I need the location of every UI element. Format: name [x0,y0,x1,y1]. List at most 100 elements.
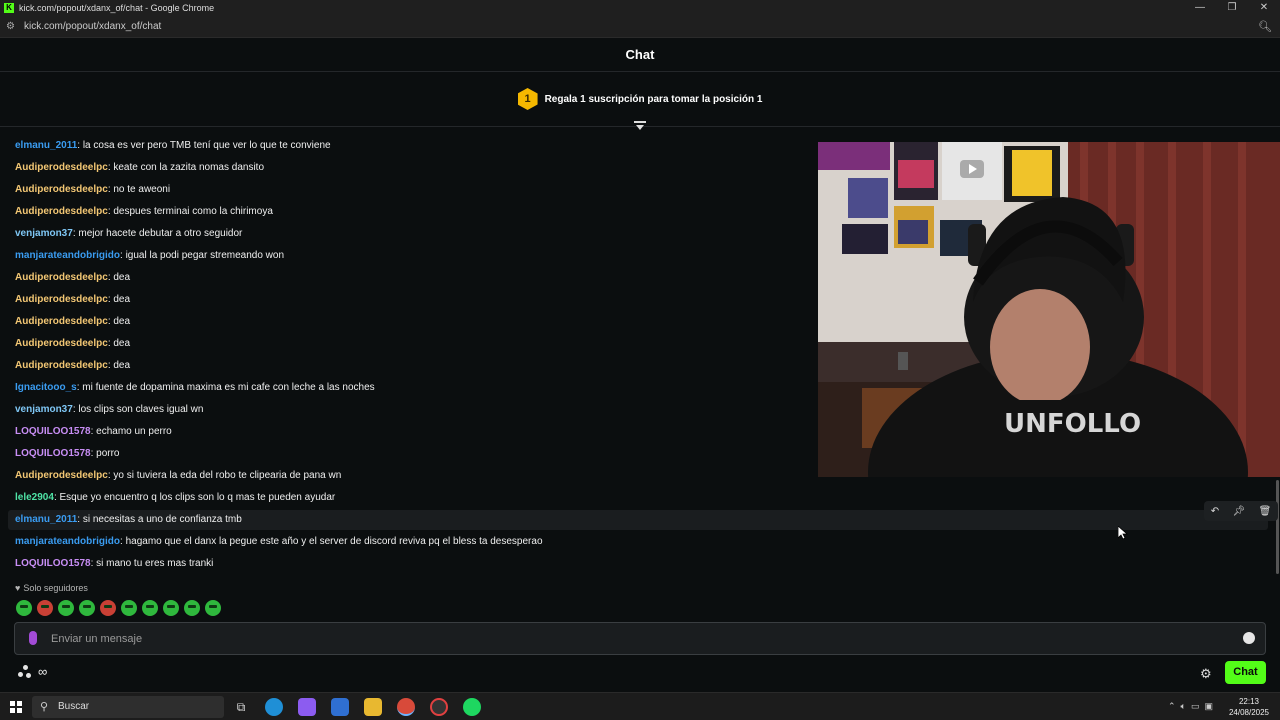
chat-username[interactable]: lele2904 [15,492,54,503]
chat-title: Chat [625,47,655,62]
emote-icon[interactable] [100,600,116,616]
chat-username[interactable]: manjarateandobrigido [15,536,120,547]
chat-message-text: la cosa es ver pero TMB tení que ver lo … [82,140,331,151]
chat-message-text: mejor hacete debutar a otro seguidor [78,228,243,239]
chat-username[interactable]: LOQUILOO1578 [15,426,91,437]
site-settings-icon[interactable]: ⚙ [6,21,20,32]
message-actions-bar: ↶ 📌︎ 🗑︎ [1204,501,1278,521]
chat-username[interactable]: elmanu_2011 [15,514,77,525]
chat-message-text: despues terminai como la chirimoya [113,206,273,217]
chat-bottom-left: ∞ [18,664,47,679]
emote-icon[interactable] [163,600,179,616]
infinity-label: ∞ [38,664,48,679]
emote-icon[interactable] [184,600,200,616]
chat-username[interactable]: Audiperodesdeelpc [15,360,108,371]
chat-settings-icon[interactable]: ⚙ [1200,666,1212,682]
chat-message-text: igual la podi pegar stremeando won [125,250,285,261]
chat-message-text: dea [113,360,131,371]
minimize-button[interactable]: — [1184,0,1216,16]
pin-icon[interactable]: 📌︎ [1232,506,1245,517]
chat-username[interactable]: Audiperodesdeelpc [15,338,108,349]
points-icon[interactable] [18,664,32,679]
url-text[interactable]: kick.com/popout/xdanx_of/chat [24,21,161,32]
chat-username[interactable]: Audiperodesdeelpc [15,272,108,283]
emote-icon[interactable] [205,600,221,616]
obs-icon[interactable] [430,698,448,716]
chat-message-text: dea [113,316,131,327]
chat-message-input[interactable] [51,629,1231,649]
restore-button[interactable]: ❐ [1216,0,1248,16]
chat-username[interactable]: LOQUILOO1578 [15,558,91,569]
emote-icon[interactable] [142,600,158,616]
emote-icon[interactable] [121,600,137,616]
svg-text:UNFOLLO: UNFOLLO [1004,409,1141,439]
chat-username[interactable]: Audiperodesdeelpc [15,184,108,195]
system-tray-icons[interactable]: ⌃🔈︎▭▣ [1168,701,1218,712]
chat-username[interactable]: Audiperodesdeelpc [15,470,108,481]
chat-message-text: si necesitas a uno de confianza tmb [82,514,242,525]
taskbar-clock[interactable]: 22:13 24/08/2025 [1226,696,1272,718]
taskbar-search-label: Buscar [58,701,90,712]
emote-icon[interactable] [37,600,53,616]
reply-icon[interactable]: ↶ [1211,506,1219,517]
chat-username[interactable]: manjarateandobrigido [15,250,120,261]
chat-message[interactable]: elmanu_2011: si necesitas a uno de confi… [8,510,1268,530]
edge-icon[interactable] [265,698,283,716]
windows-taskbar: ⚲ Buscar ⧉ ⌃🔈︎▭▣ 22:13 24/08/2025 [0,692,1280,720]
emote-icon[interactable] [79,600,95,616]
task-view-icon[interactable]: ⧉ [232,698,250,716]
window-title: kick.com/popout/xdanx_of/chat - Google C… [19,3,215,13]
gift-banner-text: Regala 1 suscripción para tomar la posic… [544,93,763,105]
chat-message[interactable]: LOQUILOO1578: si mano tu eres mas tranki [8,554,1268,574]
heart-icon: ♥ [15,583,21,593]
windows-start-icon[interactable] [10,701,22,713]
mouse-cursor-icon [1117,525,1129,540]
chat-username[interactable]: Audiperodesdeelpc [15,206,108,217]
chat-username[interactable]: Ignacitooo_s [15,382,77,393]
chat-message-text: echamo un perro [96,426,172,437]
kick-logo-icon: K [4,3,14,13]
chat-username[interactable]: Audiperodesdeelpc [15,294,108,305]
spotify-icon[interactable] [463,698,481,716]
file-explorer-icon[interactable] [364,698,382,716]
chat-username[interactable]: venjamon37 [15,228,73,239]
chat-input-box[interactable] [14,622,1266,655]
streamer-webcam-image: UNFOLLO [818,142,1280,477]
chat-username[interactable]: elmanu_2011 [15,140,77,151]
send-chat-button[interactable]: Chat [1225,661,1266,684]
taskbar-search[interactable]: ⚲ Buscar [32,696,224,718]
chat-message[interactable]: manjarateandobrigido: hagamo que el danx… [8,532,1268,552]
chat-username[interactable]: venjamon37 [15,404,73,415]
emote-icon[interactable] [16,600,32,616]
chat-scrollbar[interactable] [1276,480,1279,574]
microphone-icon[interactable] [29,631,37,645]
close-button[interactable]: ✕ [1248,0,1280,16]
chrome-icon[interactable] [397,698,415,716]
followers-only-notice: ♥ Solo seguidores [15,583,88,593]
address-bar[interactable]: ⚙ kick.com/popout/xdanx_of/chat 🔍︎ [0,16,1280,38]
emoji-picker-icon[interactable] [1243,632,1255,644]
chat-username[interactable]: LOQUILOO1578 [15,448,91,459]
zoom-icon[interactable]: 🔍︎ [1258,20,1272,33]
chat-message-text: porro [96,448,120,459]
chat-message-text: no te aweoni [113,184,171,195]
store-icon[interactable] [331,698,349,716]
followers-only-label: Solo seguidores [23,583,88,593]
chat-message-text: si mano tu eres mas tranki [96,558,214,569]
emote-icon[interactable] [58,600,74,616]
gift-leaderboard-banner[interactable]: 1 Regala 1 suscripción para tomar la pos… [0,72,1280,127]
delete-icon[interactable]: 🗑︎ [1259,506,1272,517]
chat-username[interactable]: Audiperodesdeelpc [15,162,108,173]
chat-header: Chat [0,38,1280,72]
chat-message[interactable]: lele2904: Esque yo encuentro q los clips… [8,488,1268,508]
clock-time: 22:13 [1238,697,1260,706]
chat-message-text: yo si tuviera la eda del robo te clipear… [113,470,342,481]
rank-badge-icon: 1 [517,88,538,110]
quick-emotes-row [16,600,221,616]
chat-message-text: dea [113,338,131,349]
clock-date: 24/08/2025 [1228,708,1270,717]
copilot-icon[interactable] [298,698,316,716]
window-controls: — ❐ ✕ [1184,0,1280,16]
collapse-pinned-icon[interactable] [633,120,647,132]
chat-username[interactable]: Audiperodesdeelpc [15,316,108,327]
